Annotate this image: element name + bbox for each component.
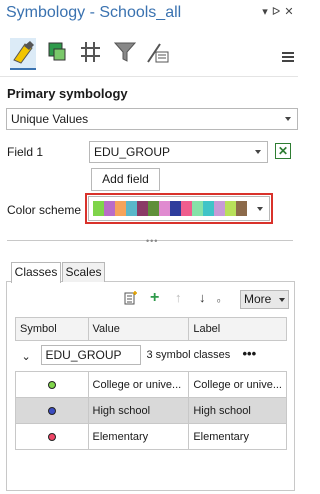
symbology-method-dropdown[interactable]: Unique Values — [6, 108, 298, 130]
more-dropdown[interactable]: More — [240, 290, 289, 309]
advanced-options-icon — [147, 43, 169, 63]
column-header-symbol[interactable]: Symbol — [15, 317, 89, 341]
tab-classes[interactable]: Classes — [11, 262, 61, 283]
group-row: ⌄ EDU_GROUP 3 symbol classes ••• — [15, 340, 287, 372]
field1-label: Field 1 — [7, 145, 44, 159]
collapse-chevron-icon[interactable]: ⌄ — [22, 350, 31, 363]
value-cell[interactable]: High school — [87, 397, 190, 424]
move-down-icon[interactable]: ↓ — [199, 290, 206, 305]
color-ramp-swatch-cell — [148, 201, 159, 216]
point-symbol-icon[interactable] — [47, 380, 56, 389]
field-calculator-icon[interactable]: ✕ — [275, 143, 291, 159]
chevron-down-icon — [279, 298, 285, 302]
point-symbol-icon[interactable] — [47, 406, 56, 415]
vary-symbology-icon — [48, 42, 66, 61]
primary-symbology-tab[interactable] — [10, 38, 36, 70]
field1-dropdown[interactable]: EDU_GROUP — [89, 141, 268, 163]
label-cell[interactable]: Elementary — [188, 423, 287, 450]
filter-icon — [113, 42, 137, 62]
symbology-method-value: Unique Values — [11, 112, 89, 126]
color-ramp-swatch-cell — [126, 201, 137, 216]
add-values-list-icon[interactable] — [124, 291, 138, 305]
primary-symbology-icon — [13, 41, 34, 64]
table-row[interactable]: High school High school — [15, 397, 287, 424]
table-row[interactable]: Elementary Elementary — [15, 423, 287, 450]
advanced-options-tab[interactable] — [144, 38, 170, 68]
add-field-button[interactable]: Add field — [91, 168, 160, 191]
table-row[interactable]: College or unive... College or unive... — [15, 371, 287, 398]
group-field-value: EDU_GROUP — [45, 348, 122, 362]
color-scheme-dropdown[interactable] — [88, 196, 270, 221]
add-class-icon[interactable]: + — [150, 289, 159, 307]
label-cell[interactable]: College or unive... — [188, 371, 287, 398]
symbol-cell[interactable] — [15, 397, 89, 424]
filter-tab[interactable] — [112, 38, 138, 68]
chevron-down-icon — [257, 206, 263, 211]
chevron-down-icon — [285, 117, 291, 121]
color-ramp-swatch-cell — [170, 201, 181, 216]
label-cell[interactable]: High school — [188, 397, 287, 424]
color-ramp-swatch-cell — [203, 201, 214, 216]
point-symbol-icon[interactable] — [47, 432, 56, 441]
more-label: More — [244, 292, 272, 306]
section-title: Primary symbology — [7, 86, 128, 101]
chevron-down-icon — [255, 150, 261, 154]
more-options-chevron-icon[interactable]: ₒ — [217, 294, 220, 304]
symbol-cell[interactable] — [15, 423, 89, 450]
vary-symbology-tab[interactable] — [44, 38, 70, 68]
color-ramp-swatch-cell — [181, 201, 192, 216]
value-cell[interactable]: College or unive... — [87, 371, 190, 398]
splitter-grip-icon[interactable]: ••• — [146, 236, 158, 246]
close-icon[interactable]: ✕ — [282, 5, 296, 19]
panel-menu-icon[interactable] — [282, 52, 294, 62]
value-cell[interactable]: Elementary — [87, 423, 190, 450]
tab-scales[interactable]: Scales — [62, 262, 105, 282]
symbol-cell[interactable] — [15, 371, 89, 398]
color-ramp-swatch-cell — [192, 201, 203, 216]
move-up-icon[interactable]: ↑ — [175, 290, 182, 305]
color-ramp-swatch-cell — [93, 201, 104, 216]
divider — [0, 76, 298, 77]
color-ramp-swatch-cell — [214, 201, 225, 216]
title-bar: Symbology - Schools_all ▾ ᐅ ✕ — [0, 0, 298, 28]
column-header-label[interactable]: Label — [188, 317, 287, 341]
color-ramp-swatch-cell — [159, 201, 170, 216]
symbol-classes-count: 3 symbol classes — [146, 349, 231, 361]
color-ramp-swatch-cell — [236, 201, 247, 216]
symbol-layer-icon — [81, 42, 100, 62]
color-scheme-label: Color scheme — [7, 203, 82, 217]
color-ramp-swatch-cell — [137, 201, 148, 216]
classes-table: Symbol Value Label ⌄ EDU_GROUP 3 symbol … — [15, 317, 287, 450]
color-ramp-swatch-cell — [104, 201, 115, 216]
pin-icon[interactable]: ᐅ — [269, 5, 283, 19]
column-header-value[interactable]: Value — [87, 317, 190, 341]
symbol-layer-tab[interactable] — [78, 38, 104, 68]
field1-value: EDU_GROUP — [94, 145, 171, 159]
color-ramp-swatch — [93, 201, 247, 216]
table-header-row: Symbol Value Label — [15, 317, 287, 341]
window-title: Symbology - Schools_all — [6, 4, 182, 21]
color-ramp-swatch-cell — [115, 201, 126, 216]
group-field-box[interactable]: EDU_GROUP — [40, 345, 141, 365]
group-options-icon[interactable]: ••• — [243, 346, 257, 361]
color-ramp-swatch-cell — [225, 201, 236, 216]
